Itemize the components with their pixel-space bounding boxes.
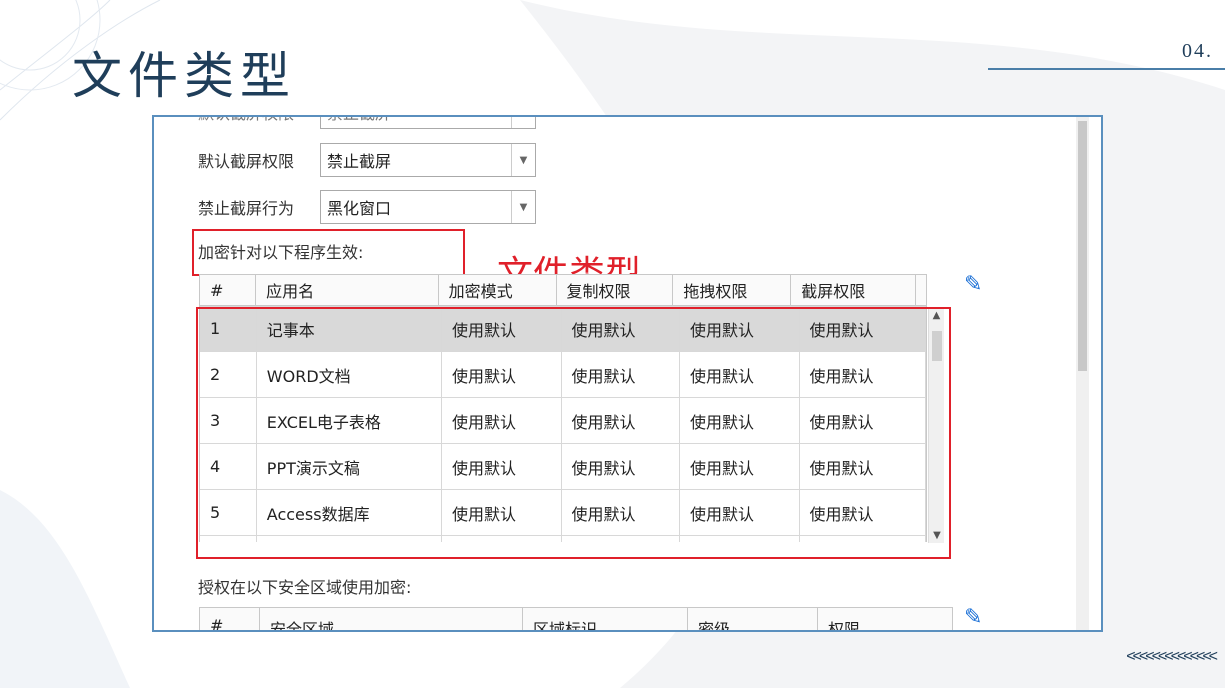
annotation-box-section <box>192 229 465 276</box>
app-screenshot: 默认截屏权限 禁止截屏 ▼ 默认截屏权限 禁止截屏 ▼ 禁止截屏行为 黑化窗口 … <box>152 115 1103 632</box>
header-num[interactable]: # <box>200 275 257 305</box>
screenshot-behavior-value: 黑化窗口 <box>327 199 392 218</box>
zones-header-permission[interactable]: 权限 <box>818 608 952 630</box>
page-number: 04. <box>1182 40 1213 62</box>
header-app[interactable]: 应用名 <box>256 275 439 305</box>
zones-header-zone-id[interactable]: 区域标识 <box>523 608 688 630</box>
header-copy-permission[interactable]: 复制权限 <box>557 275 674 305</box>
slide-title: 文件类型 <box>72 47 296 105</box>
annotation-box-table <box>196 307 951 559</box>
zones-header-zone[interactable]: 安全区域 <box>260 608 523 630</box>
screenshot-default-label: 默认截屏权限 <box>198 152 295 171</box>
chevron-decoration: <<<<<<<<<<<<<< <box>1126 648 1218 665</box>
programs-table-header: # 应用名 加密模式 复制权限 拖拽权限 截屏权限 <box>199 274 927 306</box>
chevron-down-icon[interactable]: ▼ <box>511 117 535 128</box>
clipped-setting-value: 禁止截屏 <box>321 117 511 124</box>
screenshot-behavior-row: 禁止截屏行为 黑化窗口 ▼ <box>198 190 536 224</box>
screenshot-behavior-select[interactable]: 黑化窗口 ▼ <box>320 190 536 224</box>
zones-header-num[interactable]: # <box>200 608 260 630</box>
screenshot-default-row: 默认截屏权限 禁止截屏 ▼ <box>198 143 536 177</box>
zones-table-header: # 安全区域 区域标识 密级 权限 <box>199 607 953 630</box>
clipped-setting-row: 默认截屏权限 禁止截屏 ▼ <box>198 117 536 129</box>
chevron-down-icon[interactable]: ▼ <box>511 144 535 176</box>
header-screenshot-permission[interactable]: 截屏权限 <box>791 275 916 305</box>
zones-section-label: 授权在以下安全区域使用加密: <box>198 578 412 597</box>
pencil-icon[interactable]: ✎ <box>964 605 982 630</box>
scrollbar-thumb[interactable] <box>1078 121 1087 371</box>
clipped-setting-label: 默认截屏权限 <box>198 117 320 124</box>
zones-header-level[interactable]: 密级 <box>688 608 818 630</box>
screenshot-behavior-label: 禁止截屏行为 <box>198 199 295 218</box>
window-scrollbar[interactable] <box>1076 117 1089 630</box>
chevron-down-icon[interactable]: ▼ <box>511 191 535 223</box>
header-encrypt-mode[interactable]: 加密模式 <box>439 275 557 305</box>
header-filler <box>916 275 926 305</box>
screenshot-default-value: 禁止截屏 <box>327 152 392 171</box>
clipped-setting-select[interactable]: 禁止截屏 ▼ <box>320 117 536 129</box>
title-rule <box>988 68 1225 70</box>
header-drag-permission[interactable]: 拖拽权限 <box>673 275 792 305</box>
pencil-icon[interactable]: ✎ <box>964 272 982 297</box>
screenshot-default-select[interactable]: 禁止截屏 ▼ <box>320 143 536 177</box>
